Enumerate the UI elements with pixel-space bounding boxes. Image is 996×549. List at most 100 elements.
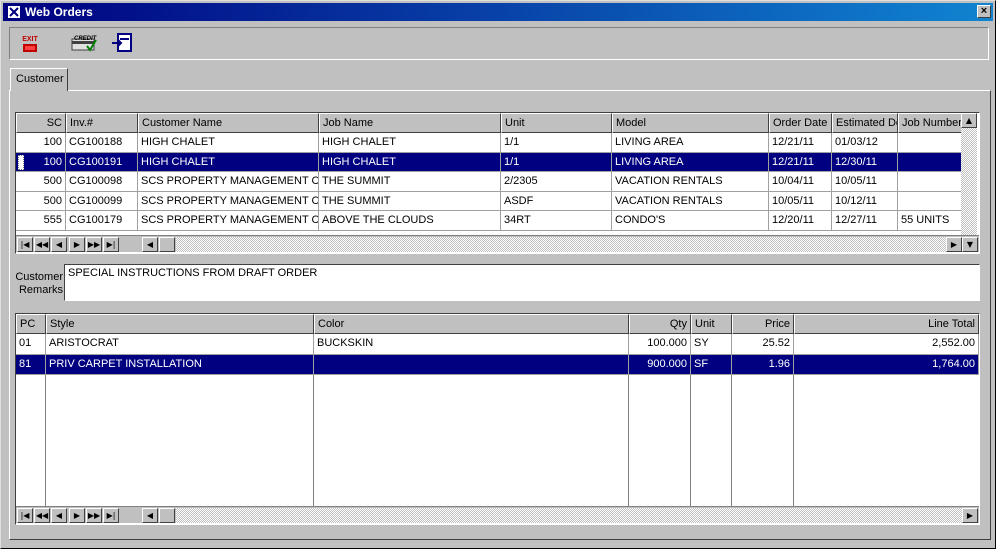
orders-cell[interactable]: 12/30/11	[832, 152, 898, 173]
orders-horizontal-scrollbar[interactable]	[176, 237, 946, 252]
orders-cell[interactable]: CG100179	[66, 211, 138, 231]
lines-prev-page-button[interactable]: ◀◀	[34, 508, 50, 523]
orders-cell[interactable]: 100	[16, 133, 66, 153]
lines-cell[interactable]: BUCKSKIN	[314, 334, 629, 355]
orders-vertical-scrollbar[interactable]	[961, 113, 977, 236]
orders-cell[interactable]: CG100098	[66, 172, 138, 192]
orders-cell[interactable]: 500	[16, 172, 66, 192]
orders-scroll-down-button[interactable]: ▼	[962, 237, 978, 252]
orders-column-header[interactable]: Customer Name	[138, 113, 319, 133]
lines-column-header[interactable]: PC	[16, 314, 46, 334]
orders-cell[interactable]: THE SUMMIT	[319, 172, 501, 192]
orders-last-button[interactable]: ▶|	[103, 237, 119, 252]
lines-horizontal-scrollbar[interactable]	[176, 508, 962, 523]
lines-cell[interactable]: SY	[691, 334, 732, 355]
customer-remarks-field[interactable]: SPECIAL INSTRUCTIONS FROM DRAFT ORDER	[64, 264, 980, 301]
lines-scroll-right-button[interactable]: ▶	[962, 508, 978, 523]
lines-next-button[interactable]: ▶	[69, 508, 85, 523]
orders-cell[interactable]: CG100188	[66, 133, 138, 153]
orders-cell[interactable]: 12/20/11	[769, 211, 832, 231]
lines-cell[interactable]: PRIV CARPET INSTALLATION	[46, 354, 314, 375]
lines-cell[interactable]: ARISTOCRAT	[46, 334, 314, 355]
lines-column-header[interactable]: Unit	[691, 314, 732, 334]
orders-grid[interactable]: SC Inv.# Customer Name Job Name Unit Model Ord…	[15, 112, 980, 254]
orders-cell[interactable]: VACATION RENTALS	[612, 191, 769, 212]
lines-scroll-left-button[interactable]: ◀	[142, 508, 158, 523]
lines-column-header[interactable]: Line Total	[794, 314, 979, 334]
tab-customer[interactable]: Customer	[10, 68, 68, 91]
orders-cell[interactable]: HIGH CHALET	[319, 133, 501, 153]
orders-column-header[interactable]: Order Date	[769, 113, 832, 133]
lines-scroll-thumb[interactable]	[159, 508, 175, 523]
orders-column-header[interactable]: Inv.#	[66, 113, 138, 133]
orders-cell[interactable]: CG100191	[66, 152, 138, 173]
lines-row[interactable]: 81 PRIV CARPET INSTALLATION 900.000 SF 1.96 1…	[16, 354, 979, 375]
orders-cell[interactable]: THE SUMMIT	[319, 191, 501, 212]
orders-cell[interactable]: CONDO'S	[612, 211, 769, 231]
orders-cell[interactable]: SCS PROPERTY MANAGEMENT CO	[138, 172, 319, 192]
lines-column-header[interactable]: Qty	[629, 314, 691, 334]
orders-cell[interactable]: 01/03/12	[832, 133, 898, 153]
orders-cell[interactable]: SCS PROPERTY MANAGEMENT CO	[138, 211, 319, 231]
orders-cell[interactable]: 34RT	[501, 211, 612, 231]
orders-row[interactable]: 555 CG100179 SCS PROPERTY MANAGEMENT CO ABO…	[16, 211, 964, 231]
lines-prev-button[interactable]: ◀	[51, 508, 67, 523]
orders-cell[interactable]	[898, 191, 964, 212]
lines-last-button[interactable]: ▶|	[103, 508, 119, 523]
orders-next-page-button[interactable]: ▶▶	[86, 237, 102, 252]
lines-column-header[interactable]: Price	[732, 314, 794, 334]
orders-next-button[interactable]: ▶	[69, 237, 85, 252]
orders-column-header[interactable]: Unit	[501, 113, 612, 133]
orders-prev-button[interactable]: ◀	[51, 237, 67, 252]
orders-cell[interactable]: 12/27/11	[832, 211, 898, 231]
orders-cell[interactable]: 10/05/11	[769, 191, 832, 212]
title-bar[interactable]: Web Orders ×	[3, 3, 993, 21]
orders-cell[interactable]: HIGH CHALET	[138, 152, 319, 173]
orders-cell[interactable]: VACATION RENTALS	[612, 172, 769, 192]
lines-cell[interactable]: 25.52	[732, 334, 794, 355]
orders-cell[interactable]: ASDF	[501, 191, 612, 212]
lines-cell[interactable]: 81	[16, 354, 46, 375]
lines-next-page-button[interactable]: ▶▶	[86, 508, 102, 523]
lines-cell[interactable]: 900.000	[629, 354, 691, 375]
orders-column-header[interactable]: Estimated De	[832, 113, 898, 133]
orders-cell[interactable]: 1/1	[501, 133, 612, 153]
orders-column-header[interactable]: Job Name	[319, 113, 501, 133]
orders-cell[interactable]: 2/2305	[501, 172, 612, 192]
orders-cell[interactable]: 10/05/11	[832, 172, 898, 192]
orders-cell[interactable]: 500	[16, 191, 66, 212]
orders-scroll-up-button[interactable]: ▲	[961, 113, 977, 128]
credit-button[interactable]: CREDIT	[70, 32, 98, 56]
import-button[interactable]	[108, 32, 136, 56]
lines-row[interactable]: 01 ARISTOCRAT BUCKSKIN 100.000 SY 25.52 2,552.…	[16, 334, 979, 355]
orders-prev-page-button[interactable]: ◀◀	[34, 237, 50, 252]
lines-column-header[interactable]: Color	[314, 314, 629, 334]
lines-cell[interactable]: 2,552.00	[794, 334, 979, 355]
orders-cell[interactable]: 55 UNITS	[898, 211, 964, 231]
orders-cell[interactable]: 555	[16, 211, 66, 231]
lines-cell[interactable]: 01	[16, 334, 46, 355]
lines-first-button[interactable]: |◀	[17, 508, 33, 523]
orders-row[interactable]: 500 CG100098 SCS PROPERTY MANAGEMENT CO THE…	[16, 172, 964, 192]
orders-scroll-thumb[interactable]	[159, 237, 175, 252]
orders-row[interactable]: 100 CG100191 HIGH CHALET HIGH CHALET 1/1 LIVI…	[16, 152, 964, 173]
lines-cell[interactable]: SF	[691, 354, 732, 375]
exit-button[interactable]: EXIT	[16, 32, 44, 56]
orders-cell[interactable]: SCS PROPERTY MANAGEMENT CO	[138, 191, 319, 212]
lines-cell[interactable]: 1.96	[732, 354, 794, 375]
lines-cell[interactable]: 1,764.00	[794, 354, 979, 375]
order-lines-grid[interactable]: PC Style Color Qty Unit Price Line Total 01 ARI…	[15, 313, 980, 525]
orders-column-header[interactable]: SC	[16, 113, 66, 133]
close-button[interactable]: ×	[977, 5, 991, 18]
lines-column-header[interactable]: Style	[46, 314, 314, 334]
orders-cell[interactable]: 10/04/11	[769, 172, 832, 192]
orders-cell[interactable]: CG100099	[66, 191, 138, 212]
orders-cell[interactable]	[898, 133, 964, 153]
orders-cell[interactable]: 1/1	[501, 152, 612, 173]
orders-cell[interactable]: LIVING AREA	[612, 152, 769, 173]
orders-first-button[interactable]: |◀	[17, 237, 33, 252]
orders-scroll-right-button[interactable]: ▶	[946, 237, 962, 252]
orders-row[interactable]: 500 CG100099 SCS PROPERTY MANAGEMENT CO THE…	[16, 191, 964, 212]
orders-scroll-left-button[interactable]: ◀	[142, 237, 158, 252]
orders-cell[interactable]: 12/21/11	[769, 152, 832, 173]
